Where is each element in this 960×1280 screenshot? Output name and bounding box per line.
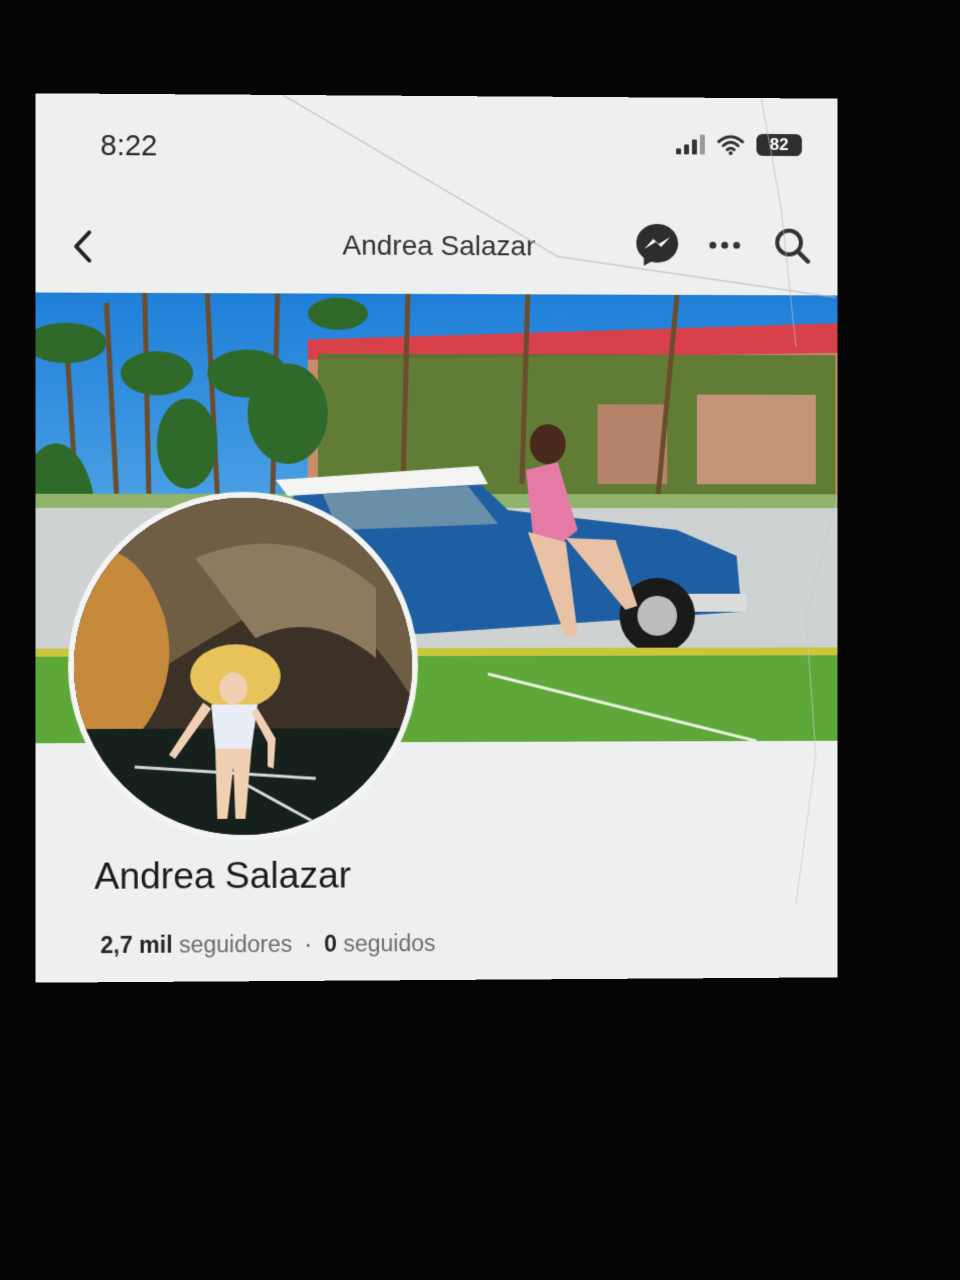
followers-link[interactable]: 2,7 mil seguidores bbox=[100, 931, 292, 958]
status-icons: 82 bbox=[676, 133, 802, 157]
profile-name: Andrea Salazar bbox=[94, 854, 351, 897]
more-options-button[interactable] bbox=[701, 221, 749, 269]
messenger-button[interactable] bbox=[633, 221, 681, 269]
profile-avatar[interactable] bbox=[68, 491, 418, 842]
search-button[interactable] bbox=[768, 222, 815, 270]
following-count: 0 bbox=[324, 930, 337, 957]
profile-stats: 2,7 mil seguidores · 0 seguidos bbox=[100, 930, 435, 959]
profile-avatar-image bbox=[74, 497, 412, 836]
header-actions bbox=[633, 221, 815, 270]
followers-label: seguidores bbox=[179, 930, 293, 958]
signal-icon bbox=[676, 134, 705, 155]
more-icon bbox=[709, 241, 741, 249]
followers-count: 2,7 mil bbox=[100, 931, 173, 959]
following-label: seguidos bbox=[343, 930, 436, 957]
following-link[interactable]: 0 seguidos bbox=[324, 930, 435, 957]
battery-icon: 82 bbox=[756, 133, 802, 157]
messenger-icon bbox=[636, 223, 679, 266]
stats-separator: · bbox=[304, 930, 312, 957]
search-icon bbox=[773, 227, 811, 265]
status-time: 8:22 bbox=[100, 129, 158, 163]
profile-header-bar: Andrea Salazar bbox=[36, 198, 838, 297]
wifi-icon bbox=[717, 134, 745, 156]
phone-screen: 8:22 82 Andrea Salazar Andrea Salazar 2,… bbox=[35, 93, 838, 983]
status-bar: 8:22 82 bbox=[36, 93, 838, 202]
